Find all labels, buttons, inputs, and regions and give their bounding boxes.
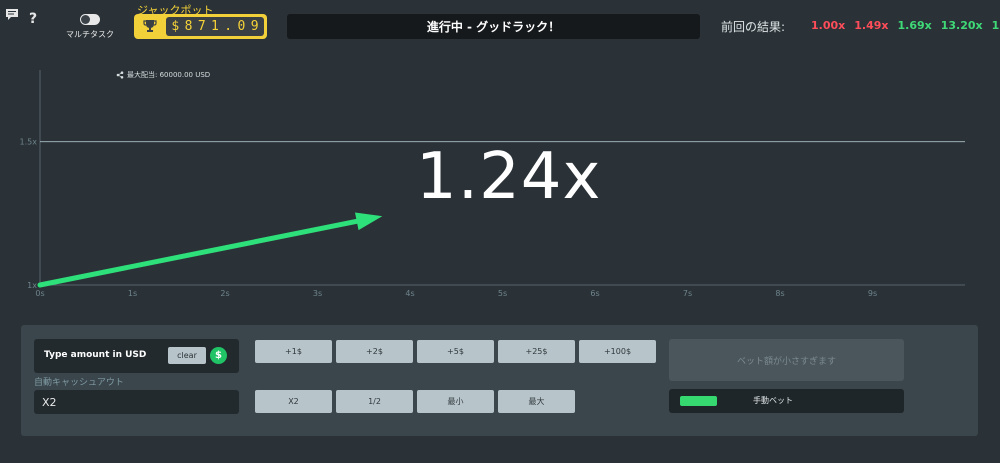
- bet-panel: Type amount in USD clear $ 自動キャッシュアウト X2…: [21, 325, 978, 436]
- y-tick-label: 1x: [27, 281, 37, 290]
- x-tick-label: 3s: [313, 289, 322, 298]
- x-tick-label: 4s: [405, 289, 414, 298]
- max-payout: 最大配当: 60000.00 USD: [116, 70, 210, 80]
- previous-results-label: 前回の結果:: [721, 20, 786, 34]
- help-icon[interactable]: ?: [29, 11, 37, 27]
- x-tick-label: 8s: [775, 289, 784, 298]
- clear-button[interactable]: clear: [168, 347, 206, 364]
- toggle-switch[interactable]: [80, 14, 100, 25]
- min-button[interactable]: 最小: [417, 390, 494, 413]
- max-button[interactable]: 最大: [498, 390, 575, 413]
- add-25-button[interactable]: +25$: [498, 340, 575, 363]
- jackpot-char: 9: [250, 19, 259, 34]
- previous-result: 1.69x: [897, 19, 932, 32]
- amount-label: Type amount in USD: [44, 350, 147, 360]
- manual-bet-indicator: [680, 396, 717, 406]
- multitask-label: マルチタスク: [66, 30, 114, 39]
- x-tick-label: 5s: [498, 289, 507, 298]
- x-tick-label: 2s: [220, 289, 229, 298]
- manual-bet-toggle[interactable]: 手動ベット: [669, 389, 904, 413]
- half-button[interactable]: 1/2: [336, 390, 413, 413]
- multiplier-arrowhead: [354, 212, 383, 231]
- add-1-button[interactable]: +1$: [255, 340, 332, 363]
- jackpot-char: 1: [211, 19, 219, 34]
- share-icon: [116, 71, 124, 79]
- current-multiplier: 1.24x: [416, 140, 602, 214]
- previous-results: 1.00x 1.49x 1.69x 13.20x 1.52x: [811, 19, 1000, 32]
- x-tick-label: 1s: [128, 289, 137, 298]
- multiplier-line: [37, 218, 360, 288]
- trophy-icon: [143, 20, 157, 32]
- auto-cashout-input[interactable]: X2: [34, 390, 239, 414]
- previous-result: 13.20x: [940, 19, 983, 32]
- jackpot-char: $: [171, 19, 180, 34]
- x-tick-label: 9s: [868, 289, 877, 298]
- add-100-button[interactable]: +100$: [579, 340, 656, 363]
- amount-input[interactable]: Type amount in USD clear $: [34, 339, 239, 373]
- jackpot-char: 7: [197, 19, 206, 34]
- dollar-icon[interactable]: $: [210, 347, 227, 364]
- jackpot-amount: $ 8 7 1 . 0 9: [166, 17, 264, 36]
- auto-cashout-label: 自動キャッシュアウト: [34, 378, 124, 388]
- x-tick-label: 7s: [683, 289, 692, 298]
- jackpot-char: 8: [184, 19, 193, 34]
- jackpot-display: $ 8 7 1 . 0 9: [134, 14, 267, 39]
- previous-result: 1.52x: [991, 19, 1000, 32]
- x-tick-label: 0s: [35, 289, 44, 298]
- multitask-toggle[interactable]: マルチタスク: [66, 14, 114, 44]
- round-status: 進行中 - グッドラック！: [287, 14, 700, 39]
- jackpot-char: 0: [237, 19, 246, 34]
- add-2-button[interactable]: +2$: [336, 340, 413, 363]
- manual-bet-label: 手動ベット: [753, 396, 793, 405]
- bet-button[interactable]: ベット額が小さすぎます: [669, 339, 904, 381]
- jackpot-char: .: [224, 19, 233, 34]
- chat-icon[interactable]: [5, 8, 19, 21]
- previous-result: 1.00x: [811, 19, 846, 32]
- previous-result: 1.49x: [854, 19, 889, 32]
- add-5-button[interactable]: +5$: [417, 340, 494, 363]
- y-tick-label: 1.5x: [20, 138, 38, 147]
- x-tick-label: 6s: [590, 289, 599, 298]
- max-payout-text: 最大配当: 60000.00 USD: [127, 71, 211, 79]
- double-button[interactable]: X2: [255, 390, 332, 413]
